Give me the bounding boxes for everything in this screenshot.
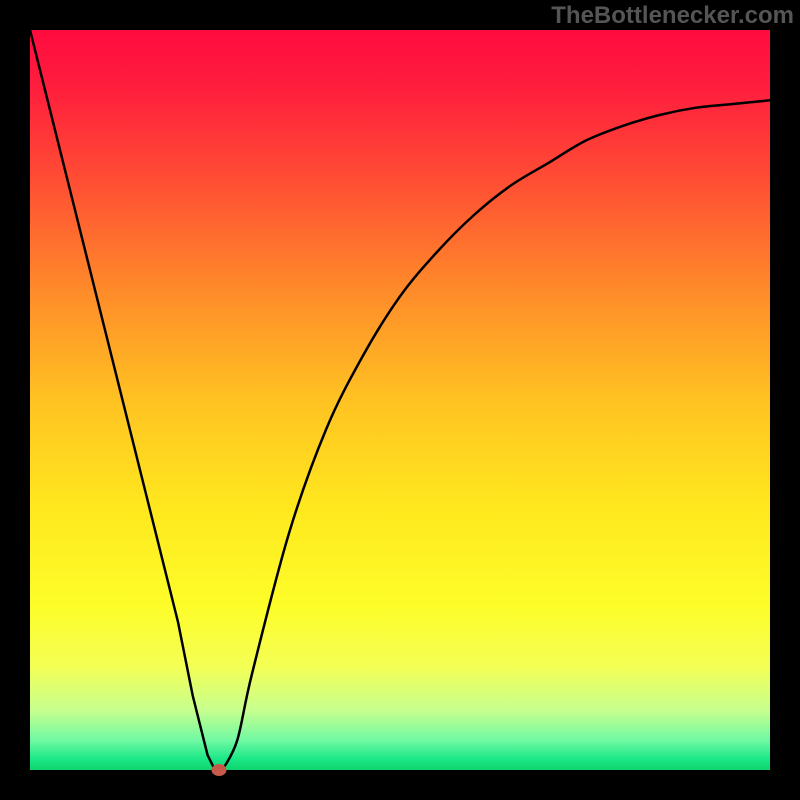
optimal-point-marker (211, 764, 226, 776)
chart-container: TheBottlenecker.com (0, 0, 800, 800)
plot-area (30, 30, 770, 770)
bottleneck-curve (30, 30, 770, 770)
watermark-text: TheBottlenecker.com (551, 2, 794, 30)
